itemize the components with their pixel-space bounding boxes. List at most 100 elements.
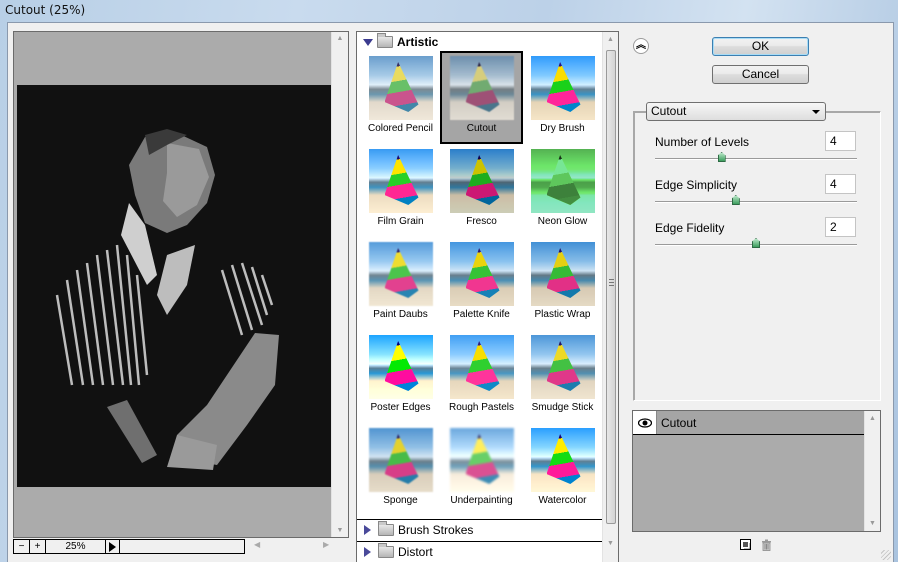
filter-label: Fresco [466, 216, 497, 227]
trash-icon [762, 539, 771, 551]
filter-thumbnail-underpainting[interactable]: Underpainting [441, 423, 522, 516]
scroll-up-arrow-icon[interactable]: ▲ [332, 35, 348, 42]
scroll-left-arrow-icon[interactable]: ◀ [254, 540, 260, 549]
filter-preview-image [368, 428, 433, 492]
preview-panel[interactable]: ▲ ▼ [13, 31, 349, 538]
number-of-levels-slider[interactable] [655, 158, 857, 160]
filter-thumbnail-poster-edges[interactable]: Poster Edges [360, 330, 441, 423]
category-label: Artistic [397, 35, 439, 49]
filter-preview-image [530, 149, 595, 213]
edge-simplicity-input[interactable]: 4 [825, 174, 856, 194]
sailboat-image [546, 434, 581, 484]
effect-layer-row[interactable]: Cutout [633, 411, 865, 435]
new-layer-icon [740, 539, 752, 551]
edge-fidelity-input[interactable]: 2 [825, 217, 856, 237]
play-arrow-icon [109, 541, 116, 552]
category-brush-strokes[interactable]: Brush Strokes [357, 519, 603, 539]
ok-button[interactable]: OK [712, 37, 809, 56]
filter-label: Plastic Wrap [534, 309, 591, 320]
filter-thumbnail-palette-knife[interactable]: Palette Knife [441, 237, 522, 330]
filter-thumbnail-rough-pastels[interactable]: Rough Pastels [441, 330, 522, 423]
filter-preview-image [530, 56, 595, 120]
preview-vertical-scrollbar[interactable]: ▲ ▼ [331, 32, 348, 537]
filter-thumbnail-fresco[interactable]: Fresco [441, 144, 522, 237]
filter-label: Palette Knife [453, 309, 510, 320]
folder-icon [378, 542, 394, 558]
filter-thumbnail-cutout[interactable]: Cutout [440, 51, 523, 144]
double-chevron-up-icon: ︽ [636, 40, 646, 51]
sailboat-image [546, 155, 581, 205]
scroll-down-arrow-icon[interactable]: ▼ [865, 520, 880, 527]
sailboat-image [384, 248, 419, 298]
filter-preview-image [368, 56, 433, 120]
layers-vertical-scrollbar[interactable]: ▲ ▼ [864, 411, 880, 531]
sailboat-image [384, 434, 419, 484]
filter-label: Cutout [466, 123, 497, 134]
preview-horizontal-scrollbar[interactable]: ◀ ▶ [246, 539, 331, 554]
sailboat-image [546, 341, 581, 391]
number-of-levels-input[interactable]: 4 [825, 131, 856, 151]
sailboat-image [465, 434, 500, 484]
filter-preview-image [449, 242, 514, 306]
sailboat-image [465, 341, 500, 391]
filter-label: Underpainting [450, 495, 513, 506]
gallery-vertical-scrollbar[interactable]: ▲ ▼ [602, 32, 618, 562]
filter-label: Poster Edges [370, 402, 431, 413]
category-label: Brush Strokes [398, 522, 474, 537]
filter-thumbnail-neon-glow[interactable]: Neon Glow [522, 144, 603, 237]
filter-preview-image [449, 335, 514, 399]
filter-label: Paint Daubs [373, 309, 428, 320]
sailboat-image [384, 341, 419, 391]
sailboat-image [465, 62, 500, 112]
zoom-out-button[interactable]: − [14, 540, 30, 553]
resize-grip[interactable] [881, 550, 891, 560]
cancel-button[interactable]: Cancel [712, 65, 809, 84]
filter-label: Smudge Stick [531, 402, 594, 413]
category-distort[interactable]: Distort [357, 541, 603, 561]
param-label: Edge Simplicity [655, 178, 738, 192]
filter-label: Film Grain [377, 216, 424, 227]
filter-thumbnails: Colored Pencil Cutout Dry Brush Film Grain F… [360, 51, 603, 516]
filter-preview-image [368, 242, 433, 306]
sailboat-image [546, 62, 581, 112]
scrollbar-thumb[interactable] [606, 50, 616, 524]
preview-image[interactable] [17, 85, 331, 487]
dropdown-arrow-icon [812, 110, 820, 114]
param-label: Number of Levels [655, 135, 750, 149]
filter-thumbnail-dry-brush[interactable]: Dry Brush [522, 51, 603, 144]
scroll-up-arrow-icon[interactable]: ▲ [865, 415, 880, 422]
filter-thumbnail-smudge-stick[interactable]: Smudge Stick [522, 330, 603, 423]
collapse-gallery-button[interactable]: ︽ [633, 38, 649, 54]
filter-thumbnail-film-grain[interactable]: Film Grain [360, 144, 441, 237]
visibility-toggle[interactable] [633, 411, 657, 434]
new-effect-layer-button[interactable] [740, 539, 752, 551]
filter-preview-image [449, 428, 514, 492]
zoom-in-button[interactable]: + [30, 540, 46, 553]
edge-simplicity-slider[interactable] [655, 201, 857, 203]
filter-preview-image [368, 149, 433, 213]
effect-layer-name: Cutout [661, 415, 697, 430]
grip-icon [609, 279, 614, 286]
filter-thumbnail-watercolor[interactable]: Watercolor [522, 423, 603, 516]
zoom-menu-button[interactable] [106, 540, 120, 553]
filter-thumbnail-plastic-wrap[interactable]: Plastic Wrap [522, 237, 603, 330]
filter-preview-image [449, 56, 514, 120]
window-title: Cutout (25%) [5, 3, 86, 17]
scroll-up-arrow-icon[interactable]: ▲ [603, 36, 618, 43]
zoom-control: − + 25% [13, 539, 245, 554]
category-artistic[interactable]: Artistic [357, 32, 603, 52]
delete-effect-layer-button[interactable] [761, 539, 772, 551]
scroll-down-arrow-icon[interactable]: ▼ [332, 527, 348, 534]
filter-thumbnail-sponge[interactable]: Sponge [360, 423, 441, 516]
scroll-right-arrow-icon[interactable]: ▶ [323, 540, 329, 549]
filter-thumbnail-colored-pencil[interactable]: Colored Pencil [360, 51, 441, 144]
param-label: Edge Fidelity [655, 221, 725, 235]
filter-label: Colored Pencil [367, 123, 434, 134]
scroll-down-arrow-icon[interactable]: ▼ [603, 540, 618, 547]
filter-preview-image [530, 428, 595, 492]
category-label: Distort [398, 544, 433, 559]
sailboat-image [465, 155, 500, 205]
filter-thumbnail-paint-daubs[interactable]: Paint Daubs [360, 237, 441, 330]
filter-select[interactable]: Cutout [646, 102, 826, 121]
sailboat-image [384, 62, 419, 112]
